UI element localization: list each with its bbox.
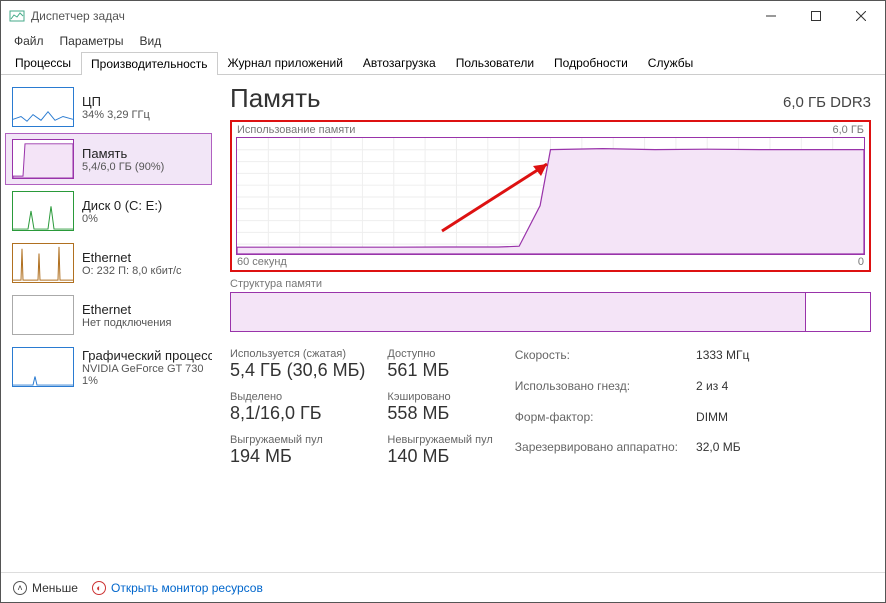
fewer-details-button[interactable]: ˄ Меньше (13, 581, 78, 595)
stat-label: Используется (сжатая) (230, 348, 365, 360)
stat-block: Выгружаемый пул194 МБ (230, 434, 365, 467)
stat-label: Форм-фактор: (515, 410, 678, 437)
app-icon (9, 8, 25, 24)
sidebar-item-label: Ethernet Нет подключения (82, 295, 171, 335)
memory-total: 6,0 ГБ DDR3 (783, 94, 871, 111)
stat-label: Использовано гнезд: (515, 379, 678, 406)
header: Память 6,0 ГБ DDR3 (230, 83, 871, 114)
chart-xleft: 60 секунд (237, 256, 287, 268)
stat-block: Невыгружаемый пул140 МБ (387, 434, 492, 467)
stat-value: 5,4 ГБ (30,6 МБ) (230, 360, 365, 381)
sidebar-item-label: Ethernet О: 232 П: 8,0 кбит/с (82, 243, 182, 283)
memory-usage-area (237, 138, 864, 254)
structure-label: Структура памяти (230, 278, 871, 290)
stat-label: Невыгружаемый пул (387, 434, 492, 446)
stat-value: 2 из 4 (696, 379, 749, 406)
window-title: Диспетчер задач (31, 9, 748, 23)
usage-chart[interactable] (236, 137, 865, 255)
chart-ymax: 6,0 ГБ (832, 124, 864, 136)
stat-label: Кэшировано (387, 391, 492, 403)
usage-chart-highlight: Использование памяти 6,0 ГБ 60 секунд (230, 120, 871, 272)
titlebar: Диспетчер задач (1, 1, 885, 31)
ethernet-thumb-2 (12, 295, 74, 335)
menubar: Файл Параметры Вид (1, 31, 885, 51)
stat-value: 1333 МГц (696, 348, 749, 375)
stat-label: Выгружаемый пул (230, 434, 365, 446)
close-button[interactable] (838, 2, 883, 30)
stat-label: Скорость: (515, 348, 678, 375)
cpu-thumb (12, 87, 74, 127)
sidebar-item-label: Диск 0 (C: E:) 0% (82, 191, 162, 231)
chevron-up-icon: ˄ (13, 581, 27, 595)
menu-view[interactable]: Вид (132, 32, 168, 50)
stat-label: Доступно (387, 348, 492, 360)
sidebar-item-gpu[interactable]: Графический процессор NVIDIA GeForce GT … (5, 341, 212, 393)
stat-block: Используется (сжатая)5,4 ГБ (30,6 МБ) (230, 348, 365, 381)
stat-block: Кэшировано558 МБ (387, 391, 492, 424)
footer: ˄ Меньше ◐ Открыть монитор ресурсов (1, 572, 885, 602)
stat-value: 32,0 МБ (696, 440, 749, 467)
stat-value: 194 МБ (230, 446, 365, 467)
tab-users[interactable]: Пользователи (446, 51, 544, 74)
window-controls (748, 2, 883, 30)
sidebar-item-label: Графический процессор NVIDIA GeForce GT … (82, 347, 212, 387)
tab-services[interactable]: Службы (638, 51, 703, 74)
sidebar-item-label: Память 5,4/6,0 ГБ (90%) (82, 139, 164, 179)
stat-value: 558 МБ (387, 403, 492, 424)
menu-file[interactable]: Файл (7, 32, 51, 50)
menu-options[interactable]: Параметры (53, 32, 131, 50)
maximize-button[interactable] (793, 2, 838, 30)
stat-value: 561 МБ (387, 360, 492, 381)
open-resource-monitor-link[interactable]: ◐ Открыть монитор ресурсов (92, 581, 263, 595)
sidebar-item-memory[interactable]: Память 5,4/6,0 ГБ (90%) (5, 133, 212, 185)
stat-label: Выделено (230, 391, 365, 403)
memory-structure-used (231, 293, 806, 331)
ethernet-thumb (12, 243, 74, 283)
resource-monitor-icon: ◐ (92, 581, 106, 595)
tabs: Процессы Производительность Журнал прило… (1, 51, 885, 75)
sidebar-item-label: ЦП 34% 3,29 ГГц (82, 87, 150, 127)
stat-label: Зарезервировано аппаратно: (515, 440, 678, 467)
tab-app-history[interactable]: Журнал приложений (218, 51, 353, 74)
content: ЦП 34% 3,29 ГГц Память 5,4/6,0 ГБ (90%) … (1, 75, 885, 572)
gpu-thumb (12, 347, 74, 387)
memory-structure[interactable] (230, 292, 871, 332)
chart-title: Использование памяти (237, 124, 355, 136)
stat-value: DIMM (696, 410, 749, 437)
sidebar-item-ethernet-1[interactable]: Ethernet О: 232 П: 8,0 кбит/с (5, 237, 212, 289)
tab-processes[interactable]: Процессы (5, 51, 81, 74)
stat-block: Доступно561 МБ (387, 348, 492, 381)
sidebar-item-cpu[interactable]: ЦП 34% 3,29 ГГц (5, 81, 212, 133)
memory-thumb (12, 139, 74, 179)
tab-performance[interactable]: Производительность (81, 52, 217, 75)
stats: Используется (сжатая)5,4 ГБ (30,6 МБ) Дос… (230, 348, 871, 467)
stats-right: Скорость: 1333 МГц Использовано гнезд: 2 из… (515, 348, 750, 467)
stats-left: Используется (сжатая)5,4 ГБ (30,6 МБ) Дос… (230, 348, 493, 467)
stat-value: 8,1/16,0 ГБ (230, 403, 365, 424)
page-title: Память (230, 83, 321, 114)
sidebar-item-disk[interactable]: Диск 0 (C: E:) 0% (5, 185, 212, 237)
minimize-button[interactable] (748, 2, 793, 30)
stat-block: Выделено8,1/16,0 ГБ (230, 391, 365, 424)
disk-thumb (12, 191, 74, 231)
main-panel: Память 6,0 ГБ DDR3 Использование памяти … (216, 75, 885, 572)
sidebar-item-ethernet-2[interactable]: Ethernet Нет подключения (5, 289, 212, 341)
chart-xright: 0 (858, 256, 864, 268)
sidebar: ЦП 34% 3,29 ГГц Память 5,4/6,0 ГБ (90%) … (1, 75, 216, 572)
stat-value: 140 МБ (387, 446, 492, 467)
tab-details[interactable]: Подробности (544, 51, 638, 74)
tab-startup[interactable]: Автозагрузка (353, 51, 446, 74)
